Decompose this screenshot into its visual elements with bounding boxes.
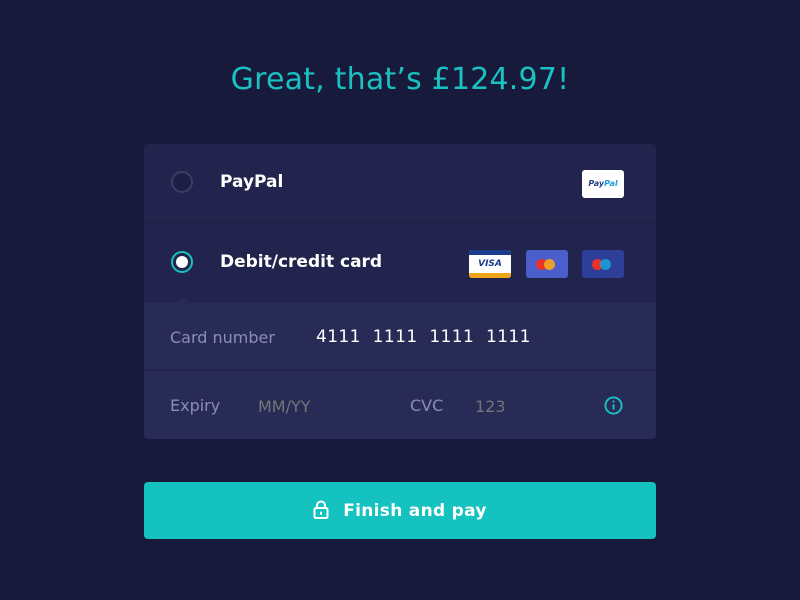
expiry-cvc-row: Expiry CVC [144, 371, 656, 439]
card-number-input[interactable]: 4111 1111 1111 1111 [316, 327, 531, 347]
paypal-radio[interactable] [171, 171, 193, 193]
card-details-form: Card number 4111 1111 1111 1111 Expiry C… [144, 297, 656, 439]
visa-logo: VISA [469, 250, 511, 278]
expiry-input[interactable] [258, 397, 338, 416]
mastercard-orange-circle [544, 259, 555, 270]
cvc-label: CVC [410, 396, 444, 415]
maestro-logo [582, 250, 624, 278]
paypal-label: PayPal [220, 172, 284, 192]
info-icon[interactable] [604, 396, 623, 415]
visa-stripe-bottom [469, 273, 511, 278]
radio-selected-dot [177, 257, 187, 267]
lock-icon [313, 500, 329, 519]
checkout-page: Great, that’s £124.97! PayPal PayPal Deb… [0, 0, 800, 600]
total-headline: Great, that’s £124.97! [230, 62, 570, 97]
pay-button-label: Finish and pay [343, 500, 487, 521]
payment-option-paypal[interactable]: PayPal PayPal [144, 144, 656, 223]
card-number-row[interactable]: Card number 4111 1111 1111 1111 [144, 303, 656, 371]
finish-and-pay-button[interactable]: Finish and pay [144, 482, 656, 539]
paypal-logo-pay: Pay [588, 179, 605, 188]
mastercard-logo [526, 250, 568, 278]
visa-text: VISA [478, 259, 502, 269]
expiry-label: Expiry [170, 396, 221, 415]
cvc-input[interactable] [475, 397, 535, 416]
maestro-blue-circle [600, 259, 611, 270]
card-label: Debit/credit card [220, 252, 383, 272]
payment-option-card[interactable]: Debit/credit card VISA [144, 224, 656, 303]
card-number-label: Card number [170, 328, 275, 347]
paypal-logo-pal: Pal [604, 179, 618, 188]
paypal-logo: PayPal [582, 170, 624, 198]
card-radio[interactable] [171, 251, 193, 273]
visa-stripe-top [469, 250, 511, 255]
pay-button-content: Finish and pay [144, 482, 656, 539]
payment-method-panel: PayPal PayPal Debit/credit card VISA Car… [144, 144, 656, 439]
